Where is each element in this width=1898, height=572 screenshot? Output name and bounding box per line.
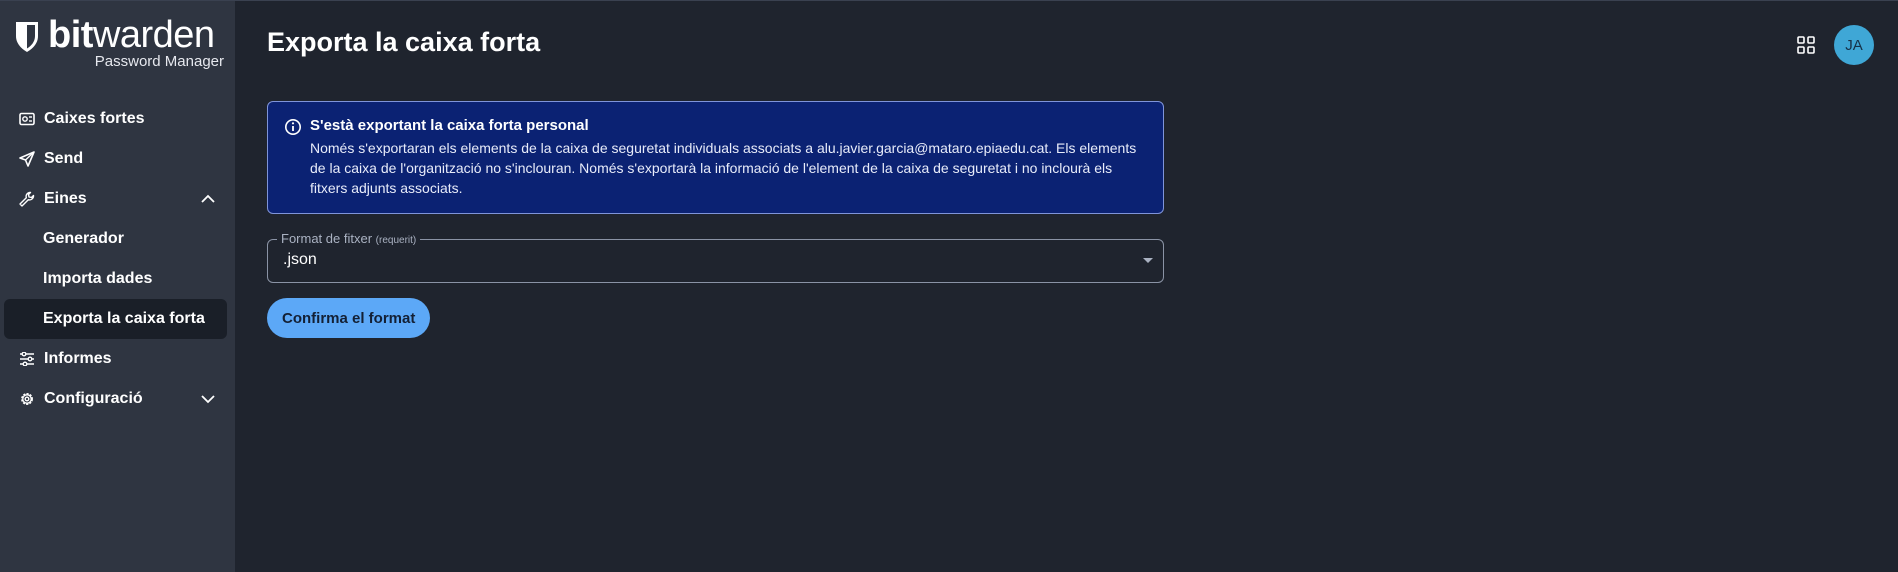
dropdown-caret-icon — [1143, 258, 1153, 263]
sidebar-item-label: Configuració — [44, 390, 143, 407]
main-content: Exporta la caixa forta JA S'està exporta… — [235, 1, 1898, 572]
app-window: bitwarden Password Manager Caixes fortes… — [0, 0, 1898, 572]
file-format-label: Format de fitxer (requerit) — [277, 230, 421, 250]
sidebar-item-label: Exporta la caixa forta — [43, 310, 205, 327]
sidebar-item-reports[interactable]: Informes — [0, 339, 235, 379]
wrench-icon — [18, 190, 36, 208]
confirm-format-button[interactable]: Confirma el format — [267, 298, 431, 338]
info-icon — [285, 119, 301, 135]
sidebar-item-export-vault[interactable]: Exporta la caixa forta — [4, 299, 227, 339]
vault-icon — [18, 110, 36, 128]
sidebar: bitwarden Password Manager Caixes fortes… — [0, 1, 235, 572]
required-marker: (requerit) — [375, 235, 417, 246]
top-actions: JA — [1794, 25, 1874, 65]
sidebar-item-label: Caixes fortes — [44, 110, 145, 127]
sidebar-item-settings[interactable]: Configuració — [0, 379, 235, 419]
sidebar-item-generator[interactable]: Generador — [0, 219, 235, 259]
chevron-down-icon[interactable] — [199, 390, 217, 408]
sidebar-nav: Caixes fortes Send Eines Generador Impor… — [0, 99, 235, 419]
file-format-select[interactable]: Format de fitxer (requerit) .json — [267, 230, 1164, 283]
chevron-up-icon[interactable] — [199, 190, 217, 208]
shield-logo-icon — [16, 22, 38, 52]
sidebar-item-vaults[interactable]: Caixes fortes — [0, 99, 235, 139]
bitwarden-logo[interactable]: bitwarden Password Manager — [14, 15, 224, 71]
brand-wordmark: bitwarden — [48, 14, 215, 56]
avatar[interactable]: JA — [1834, 25, 1874, 65]
sidebar-item-label: Generador — [43, 230, 124, 247]
callout-title: S'està exportant la caixa forta personal — [310, 117, 589, 134]
sidebar-item-label: Importa dades — [43, 270, 153, 287]
app-switcher-icon[interactable] — [1794, 33, 1818, 57]
gear-icon — [18, 390, 36, 408]
send-icon — [18, 150, 36, 168]
sidebar-item-tools[interactable]: Eines — [0, 179, 235, 219]
sidebar-item-label: Informes — [44, 350, 112, 367]
callout-body: Només s'exportaran els elements de la ca… — [310, 140, 1137, 196]
sidebar-item-label: Eines — [44, 190, 87, 207]
page-title: Exporta la caixa forta — [267, 27, 541, 57]
sidebar-item-label: Send — [44, 150, 84, 167]
info-callout: S'està exportant la caixa forta personal… — [267, 101, 1164, 214]
sliders-icon — [18, 350, 36, 368]
sidebar-item-import[interactable]: Importa dades — [0, 259, 235, 299]
file-format-value: .json — [283, 251, 317, 268]
brand-subtitle: Password Manager — [94, 53, 224, 70]
sidebar-item-send[interactable]: Send — [0, 139, 235, 179]
